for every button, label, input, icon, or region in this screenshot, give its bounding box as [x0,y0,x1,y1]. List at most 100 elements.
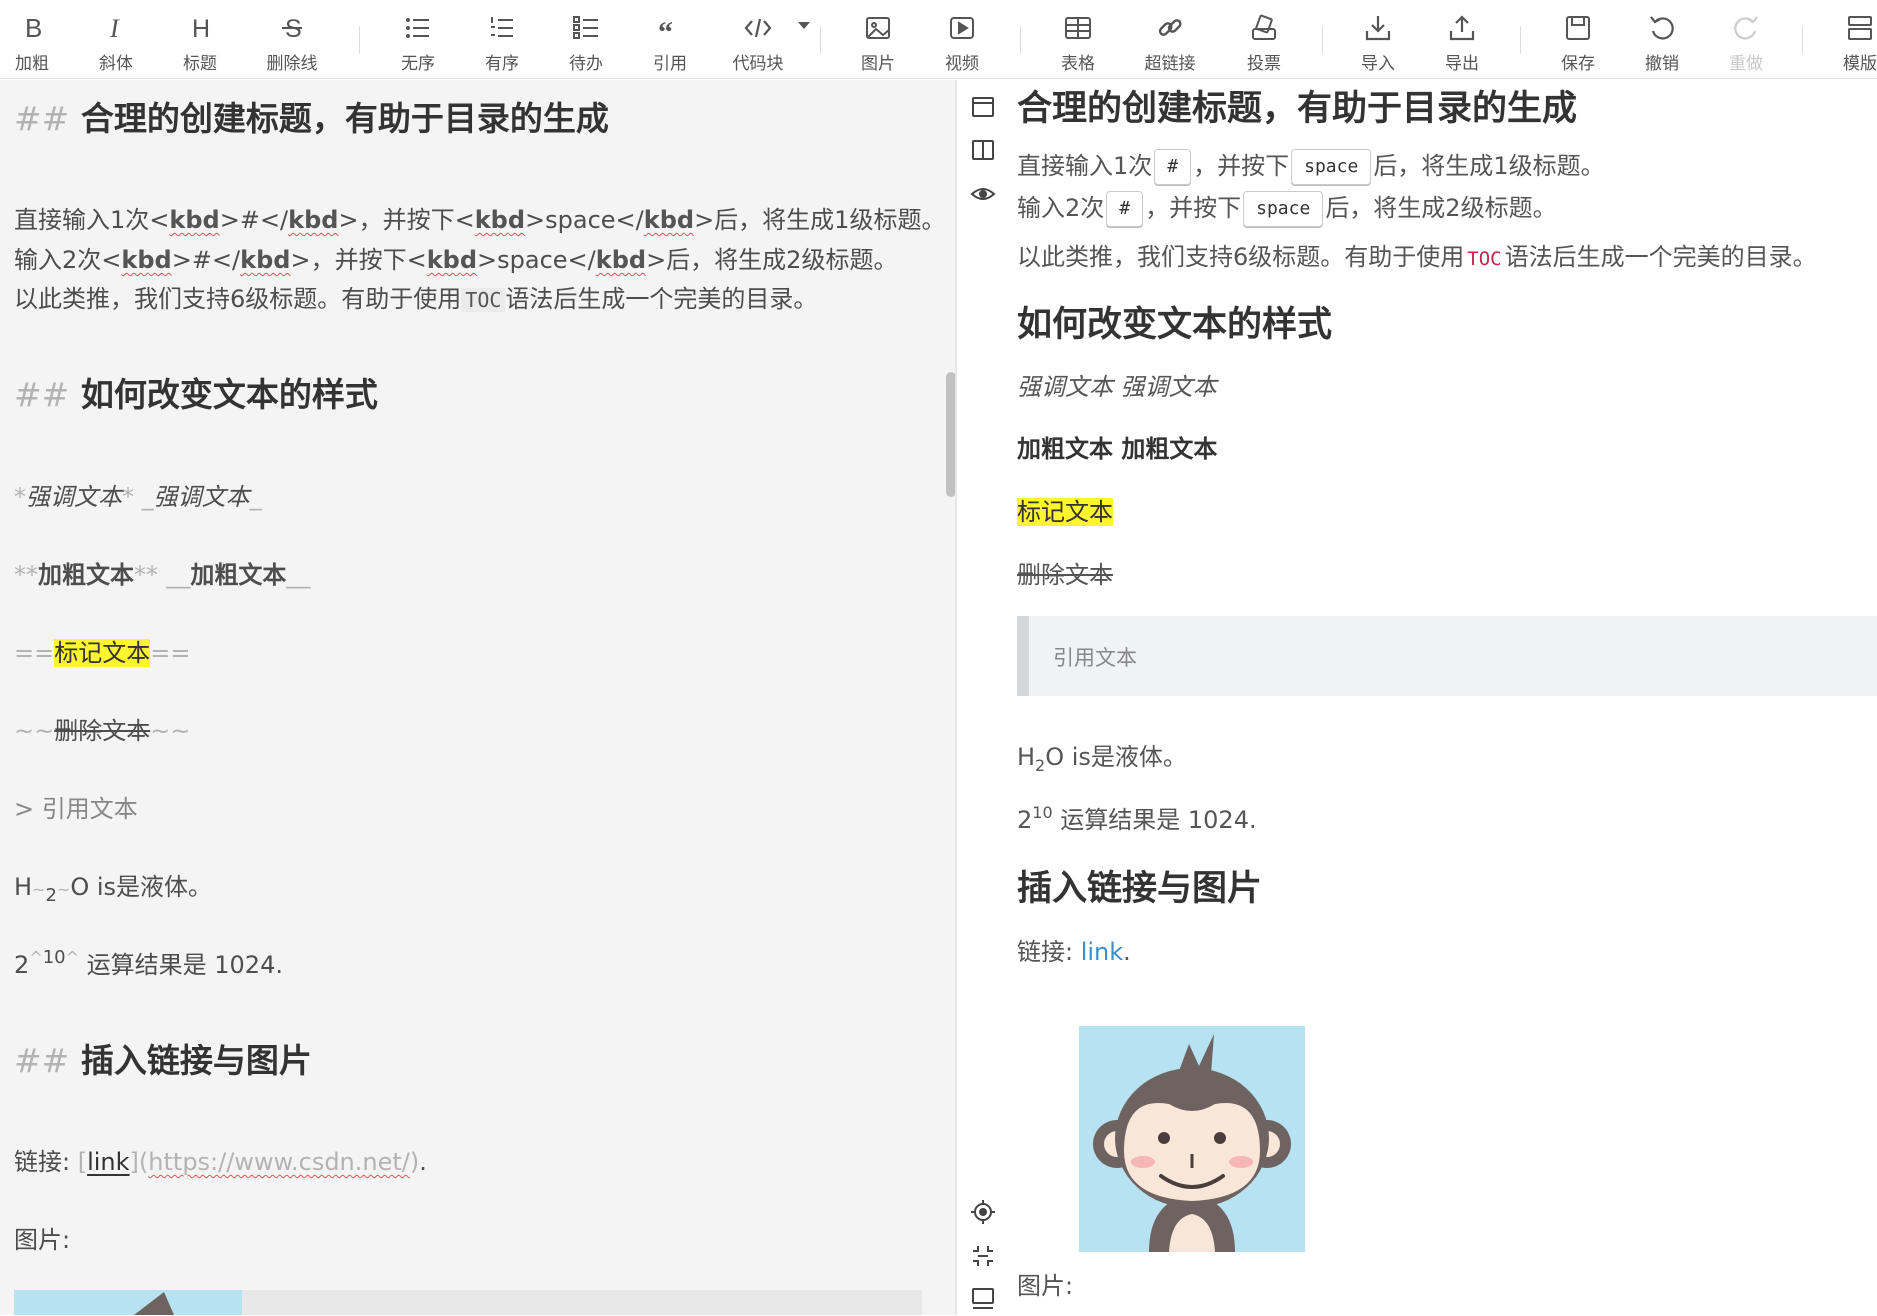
heading-button[interactable]: H 标题 [174,0,226,78]
image-icon [866,17,890,39]
kbd-key: space [1291,149,1372,185]
kbd-key: space [1243,191,1324,227]
unordered-list-icon [406,18,429,38]
svg-text:“: “ [658,16,673,43]
preview-paragraph-1: 直接输入1次 # ，并按下 space 后，将生成1级标题。 [1017,146,1605,185]
editor-bold-line: **加粗文本** __加粗文本__ [14,561,311,589]
quote-icon: “ [658,16,673,43]
editor-heading-2: ## 如何改变文本的样式 [14,375,378,414]
strikethrough-button[interactable]: S 删除线 [262,0,322,78]
fit-button[interactable] [965,1238,1001,1274]
monitor-icon [972,1288,994,1309]
redo-button[interactable]: 重做 [1720,0,1772,78]
table-icon [1065,17,1091,39]
editor-link-text[interactable]: link [87,1148,129,1176]
svg-text:I: I [109,14,120,43]
editor-line-3: 以此类推，我们支持6级标题。有助于使用 TOC 语法后生成一个完美的目录。 [14,285,818,313]
export-button[interactable]: 导出 [1436,0,1488,78]
preview-strike: 删除文本 [1017,561,1113,589]
preview-bold: 加粗文本 加粗文本 [1017,435,1218,463]
ordered-list-button[interactable]: 有序 [476,0,528,78]
locate-button[interactable] [965,1194,1001,1230]
kbd-key: # [1154,149,1192,185]
editor-quote-line: > 引用文本 [14,795,138,823]
vote-icon [1252,14,1276,40]
video-icon [950,17,974,39]
preview-heading-2: 如何改变文本的样式 [1017,305,1333,345]
svg-text:B: B [25,13,42,43]
template-button[interactable]: 模版 [1834,0,1877,78]
editor-mark-line: ==标记文本== [14,639,191,667]
strikethrough-icon: S [282,15,302,43]
editor-image-strip [242,1290,922,1315]
import-icon [1365,16,1391,41]
import-button[interactable]: 导入 [1352,0,1404,78]
italic-button[interactable]: I 斜体 [90,0,142,78]
table-button[interactable]: 表格 [1052,0,1104,78]
preview-eye-icon [970,188,996,200]
preview-paragraph-2: 输入2次 # ，并按下 space 后，将生成2级标题。 [1017,188,1557,227]
fullscreen-button[interactable] [965,1280,1001,1316]
preview-link-line: 链接: link. [1017,938,1131,966]
video-button[interactable]: 视频 [936,0,988,78]
preview-superscript: 210 运算结果是 1024. [1017,803,1257,834]
bold-icon: B [25,13,42,43]
code-block-icon [744,18,772,38]
editor-line-2: 输入2次<kbd>#</kbd>，并按下<kbd>space</kbd>后，将生… [14,246,898,274]
editor-italic-line: *强调文本* _强调文本_ [14,483,262,511]
editor-scrollbar[interactable] [946,372,955,497]
preview-heading-1: 合理的创建标题，有助于目录的生成 [1017,89,1578,129]
editor-heading-3: ## 插入链接与图片 [14,1041,312,1080]
quote-button[interactable]: “ 引用 [644,0,696,78]
save-button[interactable]: 保存 [1552,0,1604,78]
fit-icon [973,1246,993,1266]
editor-image-preview [14,1290,242,1315]
preview-heading-3: 插入链接与图片 [1017,869,1263,909]
preview-mark: 标记文本 [1017,498,1113,526]
toolbar-separator [820,26,821,54]
link-icon [1158,19,1182,36]
markdown-editor[interactable]: ## 合理的创建标题，有助于目录的生成 直接输入1次<kbd>#</kbd>，并… [0,80,955,1315]
editor-line-1: 直接输入1次<kbd>#</kbd>，并按下<kbd>space</kbd>后，… [14,206,946,234]
editor-subscript-line: H~2~O is是液体。 [14,873,213,906]
preview-toggle-button[interactable] [965,176,1001,212]
export-icon [1449,15,1475,41]
preview-subscript: H2O is是液体。 [1017,743,1187,775]
save-icon [1566,16,1590,40]
code-block-button[interactable]: 代码块 [728,0,810,78]
image-button[interactable]: 图片 [852,0,904,78]
ordered-list-icon [491,17,513,37]
preview-image-label: 图片: [1017,1272,1074,1300]
chevron-down-icon [798,22,810,29]
todo-list-icon [573,16,598,39]
bold-button[interactable]: B 加粗 [6,0,58,78]
layout-top-button[interactable] [965,89,1001,125]
preview-link[interactable]: link [1081,938,1123,966]
template-icon [1848,16,1872,40]
split-view-icon [972,140,994,160]
redo-icon [1734,16,1758,40]
editor-strike-line: ~~删除文本~~ [14,717,191,745]
monkey-image [1079,1026,1305,1252]
editor-link-line: 链接: [link](https://www.csdn.net/). [14,1148,427,1176]
todo-list-button[interactable]: 待办 [560,0,612,78]
preview-blockquote: 引用文本 [1017,616,1877,696]
toolbar-separator [359,26,360,54]
vote-button[interactable]: 投票 [1238,0,1290,78]
toolbar-separator [1322,26,1323,54]
toolbar: B 加粗 I 斜体 H 标题 S 删除线 无序 有序 待办 “ 引用 代码块 图… [0,0,1877,79]
markdown-preview: 合理的创建标题，有助于目录的生成 直接输入1次 # ，并按下 space 后，将生成1级… [1017,80,1877,1315]
undo-icon [1650,16,1674,40]
preview-italic: 强调文本 强调文本 [1017,373,1217,401]
undo-button[interactable]: 撤销 [1636,0,1688,78]
italic-icon: I [109,14,120,43]
toolbar-separator [1802,26,1803,54]
editor-image-label: 图片: [14,1226,71,1254]
kbd-key: # [1106,191,1144,227]
link-button[interactable]: 超链接 [1140,0,1200,78]
unordered-list-button[interactable]: 无序 [392,0,444,78]
editor-superscript-line: 2^10^ 运算结果是 1024. [14,947,283,979]
split-view-button[interactable] [965,132,1001,168]
editor-heading-1: ## 合理的创建标题，有助于目录的生成 [14,99,609,138]
toolbar-separator [1520,26,1521,54]
